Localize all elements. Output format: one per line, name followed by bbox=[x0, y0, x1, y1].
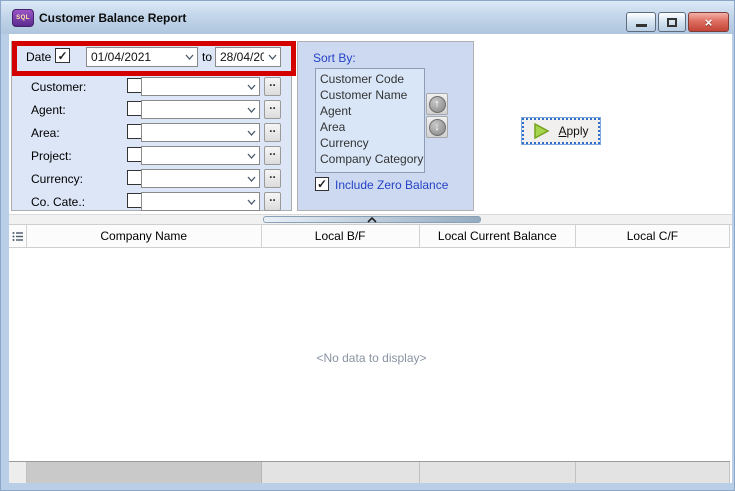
move-down-button[interactable]: ↓ bbox=[426, 116, 448, 138]
browse-button-currency[interactable]: .. bbox=[264, 169, 281, 188]
filter-label-area: Area: bbox=[31, 126, 60, 140]
client-area: Date ✓ 01/04/2021 to 28/04/2021 Customer… bbox=[9, 34, 732, 483]
chevron-up-icon bbox=[367, 217, 377, 223]
browse-button-customer[interactable]: .. bbox=[264, 77, 281, 96]
sort-by-label: Sort By: bbox=[313, 51, 356, 65]
hscroll-corner bbox=[9, 462, 27, 483]
filter-label-co-cate: Co. Cate.: bbox=[31, 195, 85, 209]
minimize-icon bbox=[636, 24, 647, 27]
filter-checkbox-co-cate[interactable] bbox=[127, 193, 142, 208]
filter-label-project: Project: bbox=[31, 149, 72, 163]
window: SQL Customer Balance Report × Date ✓ 01/… bbox=[0, 0, 735, 491]
sort-option[interactable]: Area bbox=[316, 119, 424, 135]
chevron-down-icon bbox=[243, 153, 259, 159]
play-icon bbox=[533, 122, 551, 140]
apply-button-label: Apply bbox=[558, 124, 588, 138]
grid-header-row[interactable]: Company Name Local B/F Local Current Bal… bbox=[9, 225, 730, 248]
filter-checkbox-agent[interactable] bbox=[127, 101, 142, 116]
chevron-down-icon bbox=[243, 176, 259, 182]
filter-combobox-currency[interactable] bbox=[141, 169, 260, 188]
row-indicator-icon bbox=[12, 231, 23, 242]
grid-body: <No data to display> bbox=[9, 248, 732, 461]
include-zero-balance-label: Include Zero Balance bbox=[335, 178, 448, 192]
date-label: Date bbox=[26, 50, 51, 64]
chevron-down-icon bbox=[243, 130, 259, 136]
hscroll-thumb[interactable] bbox=[27, 462, 262, 483]
titlebar[interactable]: SQL Customer Balance Report × bbox=[1, 1, 734, 34]
maximize-button[interactable] bbox=[658, 12, 686, 32]
include-zero-balance-checkbox[interactable]: ✓ bbox=[315, 177, 329, 191]
filter-combobox-project[interactable] bbox=[141, 146, 260, 165]
filter-combobox-co-cate[interactable] bbox=[141, 192, 260, 211]
browse-button-area[interactable]: .. bbox=[264, 123, 281, 142]
date-to-label: to bbox=[202, 50, 212, 64]
filter-combobox-customer[interactable] bbox=[141, 77, 260, 96]
filter-combobox-agent[interactable] bbox=[141, 100, 260, 119]
sort-by-listbox[interactable]: Customer Code Customer Name Agent Area C… bbox=[315, 68, 425, 173]
row-indicator-header[interactable] bbox=[9, 225, 27, 247]
window-title: Customer Balance Report bbox=[39, 11, 186, 25]
filter-checkbox-currency[interactable] bbox=[127, 170, 142, 185]
filter-combobox-area[interactable] bbox=[141, 123, 260, 142]
column-header-company-name[interactable]: Company Name bbox=[27, 225, 262, 247]
move-up-button[interactable]: ↑ bbox=[426, 93, 448, 115]
apply-button[interactable]: Apply bbox=[522, 118, 600, 144]
report-grid: Company Name Local B/F Local Current Bal… bbox=[9, 225, 732, 483]
no-data-message: <No data to display> bbox=[9, 351, 734, 365]
minimize-button[interactable] bbox=[626, 12, 656, 32]
chevron-down-icon bbox=[243, 199, 259, 205]
date-to-value: 28/04/2021 bbox=[216, 50, 264, 64]
sort-option[interactable]: Company Category bbox=[316, 151, 424, 167]
app-icon: SQL bbox=[12, 9, 34, 27]
filter-label-agent: Agent: bbox=[31, 103, 66, 117]
sort-option[interactable]: Customer Code bbox=[316, 71, 424, 87]
close-icon: × bbox=[705, 15, 713, 30]
sort-option[interactable]: Currency bbox=[316, 135, 424, 151]
date-from-value: 01/04/2021 bbox=[87, 50, 181, 64]
down-arrow-icon: ↓ bbox=[434, 122, 440, 133]
chevron-down-icon bbox=[264, 54, 280, 60]
hscroll-track-segment[interactable] bbox=[576, 462, 730, 483]
browse-button-co-cate[interactable]: .. bbox=[264, 192, 281, 211]
column-header-local-current-balance[interactable]: Local Current Balance bbox=[420, 225, 576, 247]
checkmark-icon: ✓ bbox=[57, 50, 67, 62]
grid-hscrollbar[interactable] bbox=[9, 461, 730, 483]
column-header-local-cf[interactable]: Local C/F bbox=[576, 225, 730, 247]
up-arrow-icon: ↑ bbox=[434, 99, 440, 110]
chevron-down-icon bbox=[243, 107, 259, 113]
sort-option[interactable]: Agent bbox=[316, 103, 424, 119]
date-to-combobox[interactable]: 28/04/2021 bbox=[215, 47, 281, 67]
chevron-down-icon bbox=[181, 54, 197, 60]
sort-option[interactable]: Customer Name bbox=[316, 87, 424, 103]
close-button[interactable]: × bbox=[688, 12, 729, 32]
collapse-panel-handle[interactable] bbox=[263, 216, 481, 223]
checkmark-icon: ✓ bbox=[317, 178, 327, 190]
hscroll-track-segment[interactable] bbox=[420, 462, 576, 483]
filter-checkbox-project[interactable] bbox=[127, 147, 142, 162]
browse-button-project[interactable]: .. bbox=[264, 146, 281, 165]
filter-label-customer: Customer: bbox=[31, 80, 86, 94]
date-checkbox[interactable]: ✓ bbox=[55, 48, 70, 63]
filter-checkbox-area[interactable] bbox=[127, 124, 142, 139]
chevron-down-icon bbox=[243, 84, 259, 90]
filter-checkbox-customer[interactable] bbox=[127, 78, 142, 93]
hscroll-track-segment[interactable] bbox=[262, 462, 420, 483]
column-header-local-bf[interactable]: Local B/F bbox=[262, 225, 420, 247]
date-from-combobox[interactable]: 01/04/2021 bbox=[86, 47, 198, 67]
maximize-icon bbox=[667, 18, 677, 27]
panel-splitter bbox=[9, 214, 732, 225]
browse-button-agent[interactable]: .. bbox=[264, 100, 281, 119]
sort-by-panel: Sort By: Customer Code Customer Name Age… bbox=[297, 41, 474, 211]
filter-label-currency: Currency: bbox=[31, 172, 83, 186]
